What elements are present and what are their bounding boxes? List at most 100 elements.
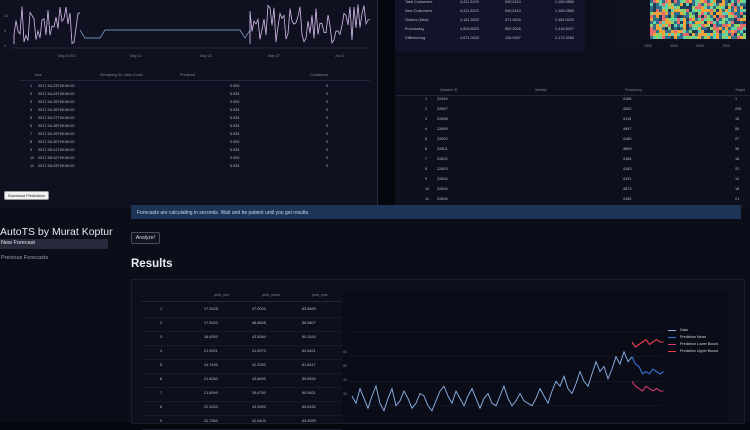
sidebar-item-new-forecast[interactable]: New Forecast [0, 239, 108, 249]
table-cell: 2 [30, 92, 33, 96]
download-predictions-button[interactable]: Download Predictions [4, 191, 49, 200]
table-cell: 2017-04-23T00:00:00 [38, 84, 75, 88]
summary-cell: 4,571.3033 [460, 36, 480, 40]
table-cell: 0.000 [230, 84, 240, 88]
table-cell: 4873 [623, 187, 632, 191]
results-heading: Results [131, 258, 173, 270]
summary-cell: 4,593.8003 [460, 27, 480, 31]
table-cell: 11 [425, 197, 429, 201]
table-cell: 1 [425, 97, 428, 101]
table-cell: 0 [326, 148, 329, 152]
table-cell: 205 [735, 107, 742, 111]
analyze-button[interactable]: Analyze! [131, 232, 160, 244]
top-left-panel: 10 5 0 May 6 2017 May 13 May 20 May 27 J… [0, 0, 378, 208]
summary-cell: 500.2006 [505, 27, 521, 31]
table-row: 8 22603 4183 22 [395, 167, 750, 177]
table-cell: 22.3253 [204, 405, 218, 409]
table-cell: 1 [160, 307, 163, 311]
summary-cell: New Customers [405, 9, 433, 13]
x-tick-1: May 6 2017 [58, 54, 77, 58]
table-cell: 60.1543 [302, 335, 316, 339]
table-cell: 0 [326, 84, 329, 88]
table-cell: 3 [30, 100, 33, 104]
table-cell: 4 [425, 127, 428, 131]
summary-cell: 2,481.0020 [555, 18, 575, 22]
table-cell: 9 [160, 419, 163, 423]
table-cell: 2017-04-25T00:00:00 [38, 100, 75, 104]
table-row: 3 18.0053 43.5084 60.1543 [142, 333, 342, 346]
summary-cell: 571.4620 [505, 18, 521, 22]
legend-mean: Prediction Mean [680, 335, 706, 339]
table-row: 1 2017-04-23T00:00:00 0.000 0 [20, 84, 370, 92]
table-cell: 63.5432 [302, 405, 316, 409]
time-series-chart [12, 4, 371, 49]
legend-swatch-upper [668, 351, 676, 352]
variables-table: Variable ID Identity Frequency Target 1 2249… [395, 85, 750, 208]
table-row: 5 24.7495 42.2052 61.6417 [142, 361, 342, 374]
table-row: 9 2017-05-01T00:00:00 6.034 0 [20, 148, 370, 156]
table-cell: 21.8284 [204, 377, 218, 381]
table-cell: 4 [30, 108, 33, 112]
forecast-chart: 60 50 40 30 Data Prediction Mean Predict… [342, 290, 728, 422]
table-cell: 21.4901 [204, 349, 218, 353]
table-cell: 22494 [437, 97, 448, 101]
table-cell: 0 [326, 116, 329, 120]
table-row: 5 2017-04-27T00:00:00 6.034 0 [20, 116, 370, 124]
sidebar: AutoTS by Murat Koptur New Forecast Prev… [0, 208, 113, 422]
table-cell: 4899 [623, 147, 632, 151]
sidebar-item-previous-forecasts[interactable]: Previous Forecasts [0, 254, 108, 264]
info-alert: Forecasts are calculating in seconds. Wa… [131, 205, 741, 219]
table-cell: 18 [735, 187, 740, 191]
x-tick-3: May 20 [200, 54, 212, 58]
heatmap-tick-2: 3500 [670, 44, 678, 48]
y-tick-10: 10 [4, 14, 8, 18]
column-header: Remaining Air Visits Count [100, 73, 143, 77]
summary-cell: 540,2410 [505, 0, 521, 4]
table-row: 3 2017-04-25T00:00:00 2.000 0 [20, 100, 370, 108]
series-line [249, 4, 371, 45]
table-cell: 22601 [437, 147, 448, 151]
legend-swatch-data [668, 330, 676, 331]
table-cell: 22603 [437, 167, 448, 171]
table-cell: 7 [30, 132, 33, 136]
table-cell: 0 [326, 164, 329, 168]
table-cell: 63.4059 [302, 419, 316, 423]
table-cell: 22604 [437, 177, 448, 181]
table-cell: 2.000 [230, 156, 240, 160]
table-row: 9 22604 4191 10 [395, 177, 750, 187]
table-row: 6 2017-04-28T00:00:00 6.034 0 [20, 124, 370, 132]
column-header: Target [735, 88, 745, 92]
table-cell: 2017-04-29T00:00:00 [38, 132, 75, 136]
table-row: 2 17.5020 46.8808 56.5807 [142, 319, 342, 332]
table-cell: 5 [30, 116, 33, 120]
info-text: Forecasts are calculating in seconds. Wa… [137, 210, 310, 216]
table-cell: 7 [425, 157, 428, 161]
x-tick-2: May 13 [130, 54, 142, 58]
table-cell: 56.5807 [302, 321, 316, 325]
y-tick-5: 5 [4, 29, 6, 33]
table-cell: 6.034 [230, 92, 240, 96]
table-row: 1 22494 4186 1 [395, 97, 750, 107]
table-cell: 61.6417 [302, 363, 316, 367]
series-prediction-lower-bound [631, 380, 664, 392]
y-tick-30: 30 [343, 392, 347, 396]
table-cell: 63.5669 [302, 307, 316, 311]
table-cell: 27 [735, 137, 740, 141]
table-cell: 2 [160, 321, 163, 325]
table-row: 10 2017-05-02T00:00:00 2.000 0 [20, 156, 370, 164]
table-cell: 5 [160, 363, 163, 367]
y-tick-60: 60 [343, 350, 347, 354]
column-header: Identity [535, 88, 547, 92]
table-row: 8 2017-04-30T00:00:00 0.000 0 [20, 140, 370, 148]
table-cell: 59.6592 [302, 377, 316, 381]
column-header: Variable ID [440, 88, 458, 92]
table-cell: 17.5020 [204, 321, 218, 325]
table-row: 9 22.7983 42.6404 63.4059 [142, 417, 342, 430]
table-row: 8 22.3253 43.3392 63.5432 [142, 403, 342, 416]
table-cell: 9 [425, 177, 428, 181]
table-cell: 8 [425, 167, 428, 171]
table-row: 6 21.8284 43.6695 59.6592 [142, 375, 342, 388]
table-cell: 2017-05-02T00:00:00 [38, 156, 75, 160]
table-row: 4 2017-04-26T00:00:00 6.034 0 [20, 108, 370, 116]
table-cell: 42.2052 [252, 363, 266, 367]
